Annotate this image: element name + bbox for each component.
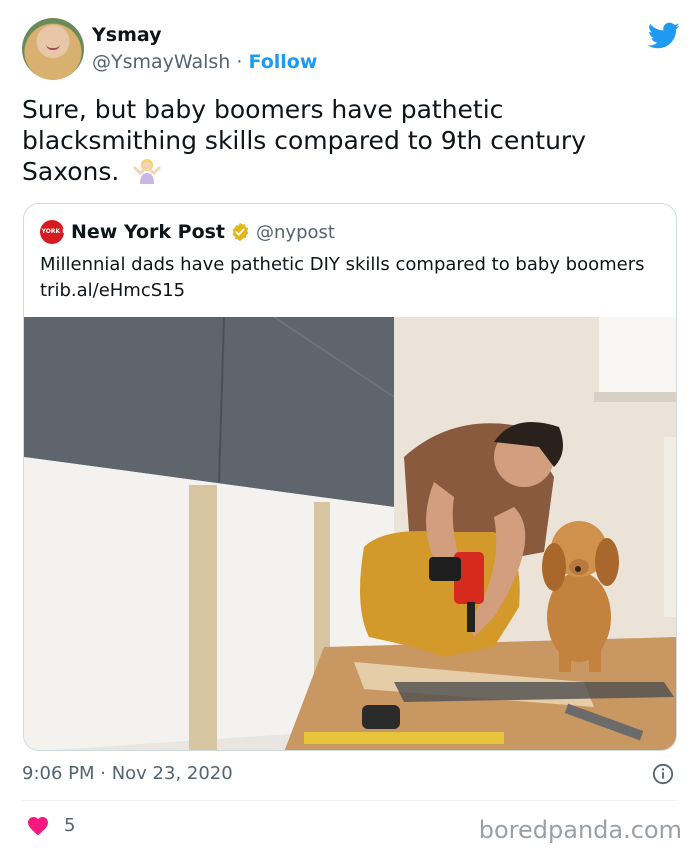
quoted-tweet[interactable]: NEW YORK POST New York Post @nypost Mill… — [23, 203, 677, 751]
quoted-author-handle: @nypost — [256, 221, 335, 243]
tweet-text: Sure, but baby boomers have pathetic bla… — [22, 95, 586, 186]
author-handle[interactable]: @YsmayWalsh — [92, 51, 230, 73]
author-handle-line: @YsmayWalsh · Follow — [92, 51, 317, 73]
like-action[interactable]: 5 — [26, 814, 75, 836]
heart-icon[interactable] — [26, 814, 50, 836]
follow-button[interactable]: Follow — [248, 51, 317, 73]
divider — [22, 800, 678, 801]
separator-dot: · — [236, 51, 243, 73]
quoted-author-name: New York Post — [71, 221, 226, 243]
tweet-timestamp[interactable]: 9:06 PM · Nov 23, 2020 — [22, 763, 233, 784]
quoted-tweet-text: Millennial dads have pathetic DIY skills… — [40, 254, 645, 301]
person-shrugging-emoji — [133, 159, 161, 184]
info-icon[interactable] — [652, 763, 674, 785]
tweet-body: Sure, but baby boomers have pathetic bla… — [22, 94, 672, 187]
tweet-header: Ysmay @YsmayWalsh · Follow — [22, 18, 682, 82]
verified-badge-icon — [232, 222, 249, 242]
author-name[interactable]: Ysmay — [92, 24, 162, 46]
like-count: 5 — [64, 814, 76, 836]
twitter-bird-icon[interactable] — [648, 22, 680, 50]
quoted-tweet-photo[interactable] — [24, 317, 677, 751]
nypost-logo: NEW YORK POST — [24, 220, 80, 244]
quoted-tweet-header: NEW YORK POST New York Post @nypost — [24, 220, 335, 244]
watermark: boredpanda.com — [478, 816, 682, 844]
avatar[interactable] — [22, 18, 84, 80]
